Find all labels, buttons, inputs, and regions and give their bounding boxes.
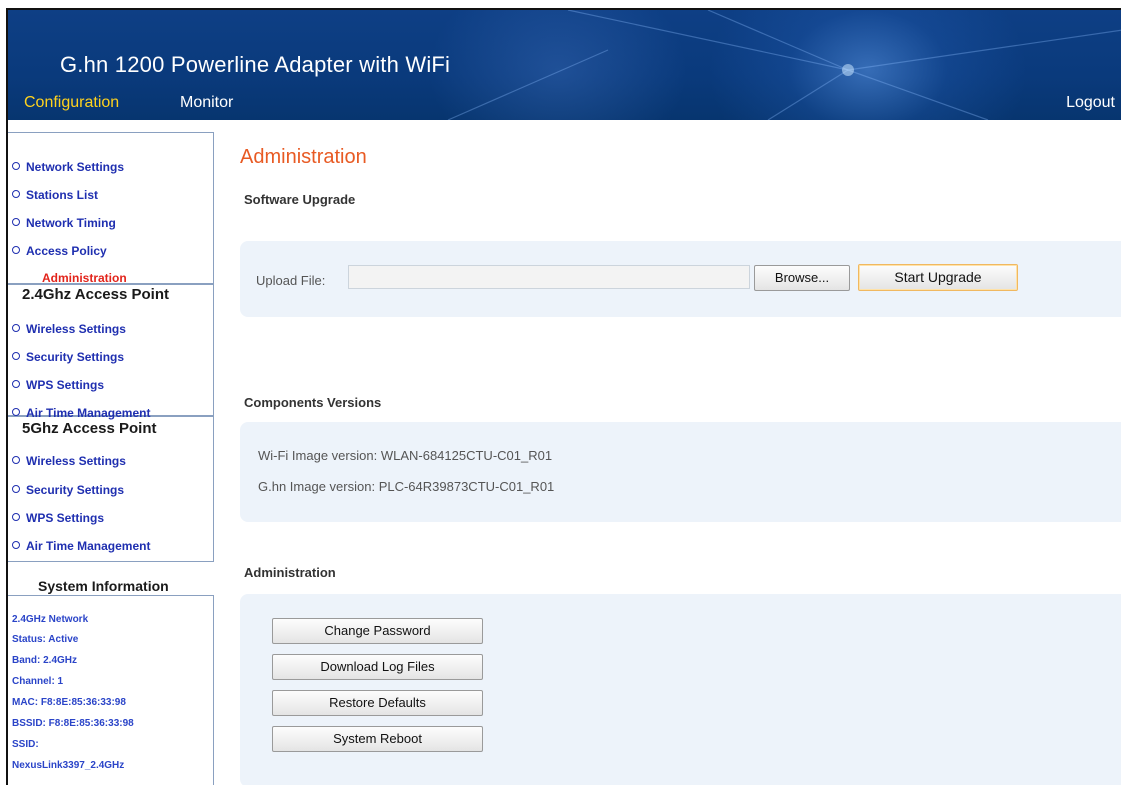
sidebar: Network Settings Stations List Network T… xyxy=(8,120,216,785)
sidebar-item-stations-list[interactable]: Stations List xyxy=(12,188,98,202)
download-log-files-button[interactable]: Download Log Files xyxy=(272,654,483,680)
bullet-icon xyxy=(12,513,20,521)
ghn-image-version: G.hn Image version: PLC-64R39873CTU-C01_… xyxy=(258,479,555,494)
section-title-ap24: 2.4Ghz Access Point xyxy=(22,286,169,303)
sidebar-item-ap5-security-settings[interactable]: Security Settings xyxy=(12,483,124,497)
page-title: Administration xyxy=(240,146,367,168)
system-information-title: System Information xyxy=(38,578,169,594)
change-password-button[interactable]: Change Password xyxy=(272,618,483,644)
browse-button[interactable]: Browse... xyxy=(754,265,850,291)
bullet-icon xyxy=(12,324,20,332)
sysinfo-mac: MAC: F8:8E:85:36:33:98 xyxy=(12,697,126,708)
start-upgrade-button[interactable]: Start Upgrade xyxy=(858,264,1018,291)
section-title-ap5: 5Ghz Access Point xyxy=(22,420,157,437)
sysinfo-band: Band: 2.4GHz xyxy=(12,655,78,666)
sidebar-item-ap5-wps-settings[interactable]: WPS Settings xyxy=(12,511,104,525)
section-title-software-upgrade: Software Upgrade xyxy=(244,192,356,207)
bullet-icon xyxy=(12,380,20,388)
sidebar-item-ap24-air-time-management[interactable]: Air Time Management xyxy=(12,406,150,420)
bullet-icon xyxy=(12,408,20,416)
sidebar-general-box xyxy=(8,132,214,284)
bullet-icon xyxy=(12,485,20,493)
product-title: G.hn 1200 Powerline Adapter with WiFi xyxy=(60,52,451,77)
section-title-administration: Administration xyxy=(244,565,336,580)
sysinfo-status: Status: Active xyxy=(12,634,79,645)
sidebar-item-ap5-wireless-settings[interactable]: Wireless Settings xyxy=(12,454,126,468)
bullet-icon xyxy=(12,190,20,198)
bullet-icon xyxy=(12,218,20,226)
bullet-icon xyxy=(12,456,20,464)
tab-configuration[interactable]: Configuration xyxy=(24,94,119,112)
upload-file-label: Upload File: xyxy=(256,273,326,288)
software-upgrade-panel: Upload File: Browse... Start Upgrade xyxy=(240,241,1121,317)
sidebar-item-network-timing[interactable]: Network Timing xyxy=(12,216,116,230)
bullet-icon xyxy=(12,162,20,170)
sidebar-item-ap24-wps-settings[interactable]: WPS Settings xyxy=(12,378,104,392)
sidebar-item-administration[interactable]: Administration xyxy=(42,271,127,285)
sidebar-item-ap24-security-settings[interactable]: Security Settings xyxy=(12,350,124,364)
sysinfo-ssid-value: NexusLink3397_2.4GHz xyxy=(12,760,125,771)
upload-file-input[interactable] xyxy=(348,265,750,289)
bullet-icon xyxy=(12,246,20,254)
sysinfo-channel: Channel: 1 xyxy=(12,676,64,687)
restore-defaults-button[interactable]: Restore Defaults xyxy=(272,690,483,716)
tab-monitor[interactable]: Monitor xyxy=(180,94,233,112)
sidebar-item-access-policy[interactable]: Access Policy xyxy=(12,244,107,258)
sysinfo-bssid: BSSID: F8:8E:85:36:33:98 xyxy=(12,718,134,729)
bullet-icon xyxy=(12,352,20,360)
browser-frame: G.hn 1200 Powerline Adapter with WiFi Co… xyxy=(6,8,1121,785)
sidebar-item-ap5-air-time-management[interactable]: Air Time Management xyxy=(12,539,150,553)
components-versions-panel: Wi-Fi Image version: WLAN-684125CTU-C01_… xyxy=(240,422,1121,522)
wifi-image-version: Wi-Fi Image version: WLAN-684125CTU-C01_… xyxy=(258,448,553,463)
sysinfo-network: 2.4GHz Network xyxy=(12,614,89,625)
section-title-components-versions: Components Versions xyxy=(244,395,382,410)
system-reboot-button[interactable]: System Reboot xyxy=(272,726,483,752)
bullet-icon xyxy=(12,541,20,549)
logout-link[interactable]: Logout xyxy=(1066,94,1115,112)
app-header: G.hn 1200 Powerline Adapter with WiFi Co… xyxy=(8,10,1121,120)
sidebar-item-network-settings[interactable]: Network Settings xyxy=(12,160,124,174)
sysinfo-ssid-label: SSID: xyxy=(12,739,39,750)
sidebar-item-ap24-wireless-settings[interactable]: Wireless Settings xyxy=(12,322,126,336)
main-content: Administration Software Upgrade Upload F… xyxy=(228,120,1121,785)
administration-panel: Change Password Download Log Files Resto… xyxy=(240,594,1121,785)
